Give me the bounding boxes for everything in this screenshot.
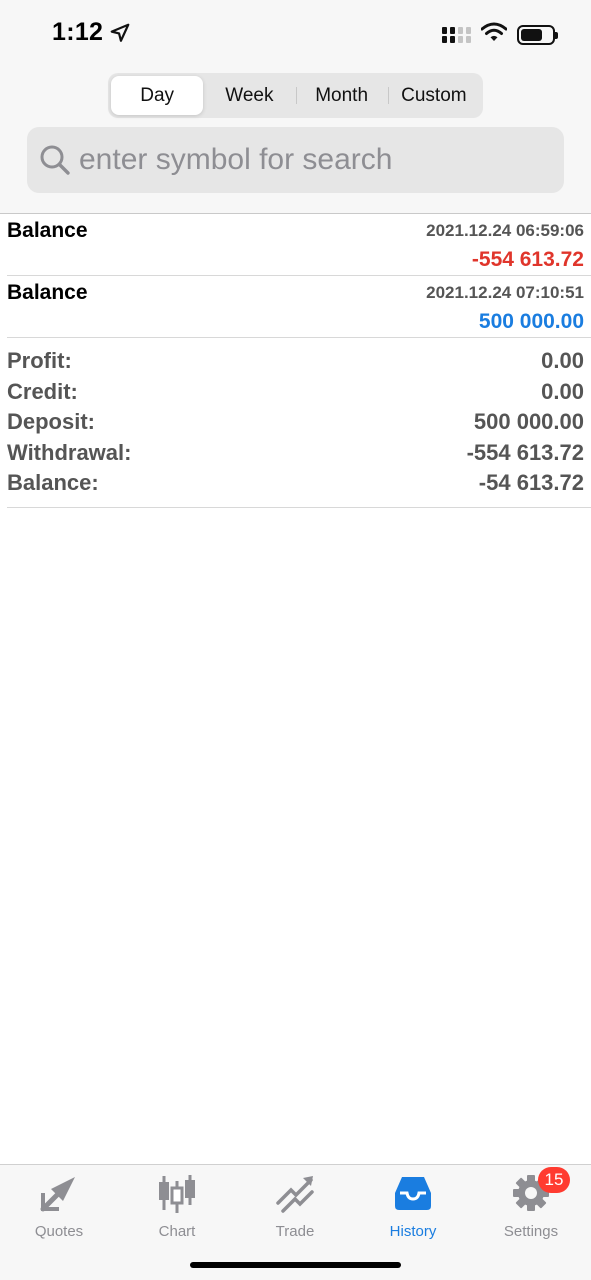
period-segmented-control: Day Week Month Custom — [108, 73, 483, 118]
battery-icon — [517, 24, 558, 45]
status-bar: 1:12 — [0, 0, 591, 66]
home-indicator — [190, 1262, 401, 1268]
summary-deposit: Deposit: 500 000.00 — [7, 407, 591, 438]
chart-icon — [159, 1175, 195, 1213]
search-icon — [40, 145, 70, 175]
tab-settings[interactable]: 15 Settings — [472, 1167, 590, 1243]
summary-value: 0.00 — [541, 378, 584, 404]
operation-time: 2021.12.24 07:10:51 — [426, 283, 584, 302]
summary-value: 500 000.00 — [473, 409, 584, 435]
summary-label: Profit: — [7, 348, 72, 374]
summary-credit: Credit: 0.00 — [7, 377, 591, 408]
summary-withdrawal: Withdrawal: -554 613.72 — [7, 438, 591, 469]
operation-amount: -554 613.72 — [471, 248, 584, 271]
tab-quotes[interactable]: Quotes — [0, 1173, 118, 1243]
history-row[interactable]: Balance 2021.12.24 06:59:06 -554 613.72 — [7, 214, 591, 276]
tab-label: Settings — [503, 1223, 559, 1240]
tab-label: Quotes — [34, 1223, 84, 1240]
summary-value: 0.00 — [541, 348, 584, 374]
tab-label: History — [389, 1223, 437, 1240]
summary-balance: Balance: -54 613.72 — [7, 468, 591, 499]
quotes-icon — [40, 1177, 75, 1212]
status-time: 1:12 — [52, 18, 104, 46]
summary-label: Balance: — [7, 470, 99, 496]
summary-block: Profit: 0.00 Credit: 0.00 Deposit: 500 0… — [7, 338, 591, 508]
operation-type: Balance — [7, 219, 88, 242]
summary-label: Credit: — [7, 378, 78, 404]
status-time-group: 1:12 — [52, 18, 131, 47]
wifi-icon — [480, 22, 508, 47]
operation-amount: 500 000.00 — [478, 310, 584, 333]
tab-week[interactable]: Week — [203, 76, 295, 115]
operation-type: Balance — [7, 281, 88, 304]
tab-trade[interactable]: Trade — [236, 1173, 354, 1243]
notification-badge: 15 — [538, 1167, 570, 1193]
history-list: Balance 2021.12.24 06:59:06 -554 613.72 … — [0, 213, 591, 508]
tab-history[interactable]: History — [354, 1173, 472, 1243]
tab-day[interactable]: Day — [111, 76, 204, 115]
tab-chart[interactable]: Chart — [118, 1173, 236, 1243]
summary-label: Withdrawal: — [7, 439, 132, 465]
summary-label: Deposit: — [7, 409, 95, 435]
trade-icon — [276, 1176, 314, 1213]
status-icons — [442, 22, 558, 47]
location-arrow-icon — [110, 23, 130, 42]
history-icon — [395, 1177, 431, 1210]
search-bar[interactable] — [27, 127, 564, 193]
history-row[interactable]: Balance 2021.12.24 07:10:51 500 000.00 — [7, 276, 591, 338]
tab-custom[interactable]: Custom — [387, 76, 480, 115]
summary-profit: Profit: 0.00 — [7, 346, 591, 377]
operation-time: 2021.12.24 06:59:06 — [426, 221, 584, 240]
search-input[interactable] — [79, 143, 549, 177]
summary-value: -54 613.72 — [478, 470, 584, 496]
summary-value: -554 613.72 — [466, 439, 584, 465]
tab-month[interactable]: Month — [295, 76, 388, 115]
header: 1:12 Day Week Month Custom — [0, 0, 591, 213]
tab-label: Trade — [275, 1223, 315, 1240]
cellular-signal-icon — [442, 26, 471, 43]
tab-label: Chart — [158, 1223, 196, 1240]
